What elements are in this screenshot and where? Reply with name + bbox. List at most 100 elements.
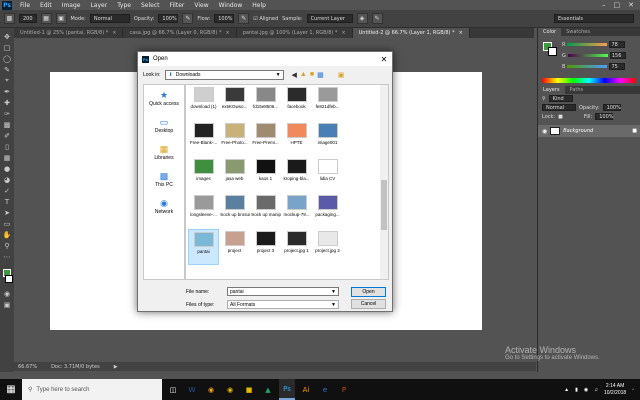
blue-slider[interactable] [567,65,608,68]
filename-input[interactable]: pantai ▼ [227,287,339,296]
volume-icon[interactable]: ♫ [594,387,598,393]
history-brush-tool-icon[interactable]: ✐ [2,131,12,140]
file-item[interactable]: project 3 [250,229,281,265]
marquee-tool-icon[interactable]: □ [2,43,12,52]
file-item[interactable]: pantai [188,229,219,265]
green-slider[interactable] [567,54,608,57]
sublime-app-icon[interactable]: ▲ [260,379,276,400]
tab-document-3[interactable]: pantai.jpg @ 100% (Layer 1, RGB/8) * × [237,28,353,38]
tab-paths[interactable]: Paths [565,86,589,94]
menu-select[interactable]: Select [136,2,165,9]
file-item[interactable]: image001 [312,121,343,157]
quick-select-tool-icon[interactable]: ✎ [2,65,12,74]
place-network[interactable]: ◉ Network [144,193,184,219]
more-tools-icon[interactable]: ⋯ [2,252,12,261]
new-folder-icon[interactable]: ■ [310,71,314,79]
file-item[interactable]: Free-Blank-... [188,121,219,157]
pen-tool-icon[interactable]: ✓ [2,186,12,195]
background-color-swatch[interactable] [5,275,13,283]
menu-help[interactable]: Help [247,2,271,9]
place-quick-access[interactable]: ★ Quick access [144,85,184,111]
pressure-size-icon[interactable]: ✎ [371,13,383,24]
workspace-switcher[interactable]: Essentials [554,14,634,23]
tray-chevron-icon[interactable]: ▲ [564,387,569,393]
lock-icon[interactable]: ■ [558,114,563,120]
tab-close-icon[interactable]: × [112,30,116,36]
brush-tool-icon[interactable]: ✑ [2,109,12,118]
taskbar-search[interactable]: ⚲ Type here to search [22,379,162,400]
file-item[interactable]: packaging... [312,193,343,229]
flow-input[interactable]: 100% [214,14,235,23]
layer-opacity-input[interactable]: 100% [602,104,621,111]
tab-document-1[interactable]: Untitled-1 @ 25% (pantai, RGB/8) * × [14,28,124,38]
view-menu-icon[interactable]: ▦ [317,71,324,79]
brush-panel-icon[interactable]: ▦ [40,13,52,24]
hand-tool-icon[interactable]: ✋ [2,230,12,239]
word-app-icon[interactable]: W [184,379,200,400]
dialog-close-icon[interactable]: ✕ [376,52,392,66]
menu-filter[interactable]: Filter [165,2,190,9]
battery-icon[interactable]: ▮ [575,387,578,393]
illustrator-app-icon[interactable]: Ai [298,379,314,400]
back-icon[interactable]: ◀ [292,71,297,79]
ignore-adjustment-icon[interactable]: ◈ [356,13,368,24]
file-item[interactable]: project.jpg 2 [312,229,343,265]
blend-mode-select[interactable]: Normal [542,104,576,111]
chevron-down-icon[interactable]: ▼ [331,302,338,308]
file-explorer-icon[interactable]: ■ [241,379,257,400]
file-item[interactable]: fe821dfeb... [312,85,343,121]
file-item[interactable]: kroping-bla... [281,157,312,193]
filetype-select[interactable]: All Formats ▼ [227,300,339,309]
place-libraries[interactable]: ▦ Libraries [144,139,184,165]
zoom-level[interactable]: 66.67% [18,364,37,370]
panel-background-swatch[interactable] [548,47,557,56]
layer-row-background[interactable]: ◉ Background ■ [538,125,640,137]
menu-view[interactable]: View [189,2,213,9]
powerpoint-app-icon[interactable]: P [336,379,352,400]
tab-close-icon[interactable]: × [459,30,463,36]
tab-color[interactable]: Color [538,28,562,36]
file-item[interactable]: longsleeve-... [188,193,219,229]
cancel-button[interactable]: Cancel [351,299,386,309]
tab-document-4[interactable]: Untitled-2 @ 66.7% (Layer 1, RGB/8) * × [352,28,470,38]
file-item[interactable]: mock up brosur [219,193,250,229]
file-item[interactable]: mockup-79... [281,193,312,229]
red-value[interactable]: 78 [609,41,626,48]
mode-select[interactable]: Normal [89,14,130,23]
path-select-tool-icon[interactable]: ➤ [2,208,12,217]
preview-icon[interactable]: ▣ [338,71,345,79]
file-item[interactable]: project.jpg 1 [281,229,312,265]
task-view-icon[interactable]: ◫ [165,379,181,400]
file-item[interactable]: HPTE [281,121,312,157]
edge-app-icon[interactable]: e [317,379,333,400]
minimize-icon[interactable]: – [602,1,606,9]
file-item[interactable]: facebook [281,85,312,121]
type-tool-icon[interactable]: T [2,197,12,206]
place-this-pc[interactable]: ▩ This PC [144,166,184,192]
sample-select[interactable]: Current Layer [306,14,353,23]
file-list-scrollbar[interactable] [380,85,388,279]
tab-close-icon[interactable]: × [341,30,345,36]
file-item[interactable]: ex5KGwso... [219,85,250,121]
zoom-tool-icon[interactable]: ⚲ [2,241,12,250]
blur-tool-icon[interactable]: ● [2,164,12,173]
menu-edit[interactable]: Edit [35,2,57,9]
photoshop-app-icon[interactable]: Ps [279,379,295,400]
red-slider[interactable] [567,43,608,46]
eraser-tool-icon[interactable]: ▯ [2,142,12,151]
file-item[interactable]: images [188,157,219,193]
blue-value[interactable]: 75 [609,63,626,70]
maximize-icon[interactable]: □ [614,1,621,9]
crop-tool-icon[interactable]: ⌖ [2,76,12,85]
scrollbar-thumb[interactable] [381,180,387,230]
kind-select[interactable]: Kind [548,95,573,102]
clone-stamp-tool-icon[interactable]: ▩ [4,13,15,24]
fill-input[interactable]: 100% [595,113,614,120]
healing-tool-icon[interactable]: ✚ [2,98,12,107]
tab-document-2[interactable]: casa.jpg @ 66.7% (Layer 0, RGB/8) * × [123,28,237,38]
open-button[interactable]: Open [351,287,386,297]
file-item[interactable]: jasa web [219,157,250,193]
place-desktop[interactable]: ▭ Desktop [144,112,184,138]
file-item[interactable]: mock up manipulasi [250,193,281,229]
eyedropper-tool-icon[interactable]: ✒ [2,87,12,96]
